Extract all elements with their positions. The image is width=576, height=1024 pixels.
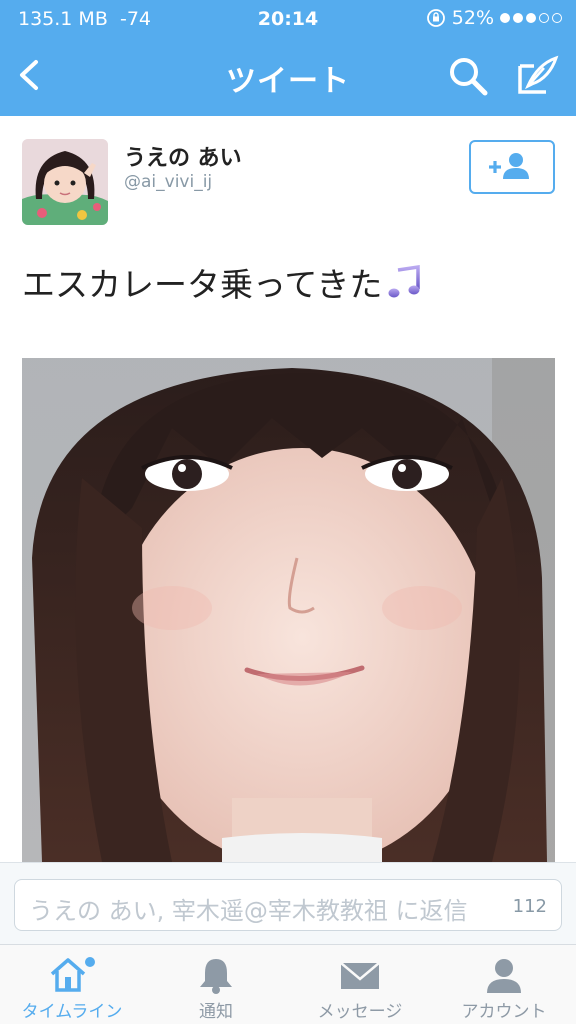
reply-bar: うえの あい, 宰木遥@宰木教教祖 に返信 112 xyxy=(0,862,576,944)
bell-icon xyxy=(200,959,232,994)
tweet-photo[interactable] xyxy=(22,358,555,862)
tab-timeline-label: タイムライン xyxy=(21,1002,123,1022)
tab-account-label: アカウント xyxy=(461,1002,547,1022)
char-count: 112 xyxy=(512,896,547,917)
author-handle[interactable]: @ai_vivi_ij xyxy=(124,172,212,192)
avatar[interactable] xyxy=(22,139,108,225)
top-bar: 135.1 MB -74 20:14 52% ツイート xyxy=(0,0,576,116)
reply-input[interactable]: うえの あい, 宰木遥@宰木教教祖 に返信 112 xyxy=(14,879,562,931)
tab-notifications-label: 通知 xyxy=(199,1002,233,1022)
nav-bar: ツイート xyxy=(0,38,576,116)
tab-messages[interactable]: メッセージ xyxy=(288,945,432,1024)
follow-button[interactable] xyxy=(469,140,555,194)
tweet-text: エスカレータ乗ってきた xyxy=(22,265,383,304)
compose-quill-icon[interactable] xyxy=(514,52,560,98)
music-note-icon xyxy=(388,264,421,298)
battery-label: 52% xyxy=(451,7,494,29)
person-icon xyxy=(487,959,521,993)
tab-bar: タイムライン 通知 メッセージ アカウント xyxy=(0,944,576,1024)
rotation-lock-icon xyxy=(426,9,445,27)
tab-account[interactable]: アカウント xyxy=(432,945,576,1024)
signal-dots-icon xyxy=(500,13,562,23)
author-name[interactable]: うえの あい xyxy=(124,140,242,172)
reply-placeholder: うえの あい, 宰木遥@宰木教教祖 に返信 xyxy=(29,897,468,925)
status-bar: 135.1 MB -74 20:14 52% xyxy=(0,0,576,38)
add-user-icon xyxy=(489,153,529,179)
tab-messages-label: メッセージ xyxy=(317,1002,403,1022)
tweet-text-row: エスカレータ乗ってきた xyxy=(22,258,422,306)
envelope-icon xyxy=(340,962,380,989)
tab-notifications[interactable]: 通知 xyxy=(144,945,288,1024)
home-icon xyxy=(50,957,95,992)
tab-timeline[interactable]: タイムライン xyxy=(0,945,144,1024)
search-icon[interactable] xyxy=(446,54,490,98)
status-right: 52% xyxy=(426,7,562,29)
